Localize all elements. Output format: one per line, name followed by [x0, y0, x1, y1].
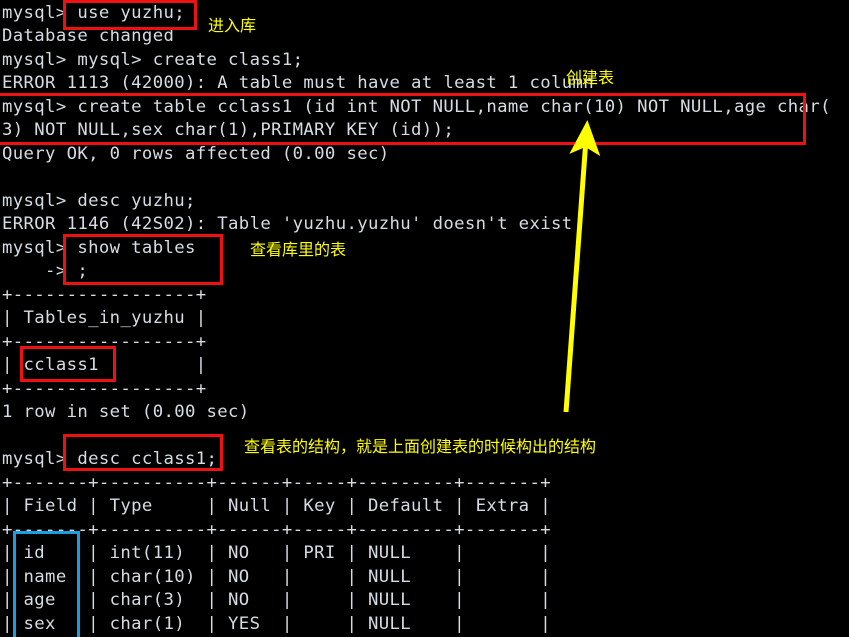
annotation-show-tables: 查看库里的表 [250, 240, 347, 259]
terminal-line: | age | char(3) | NO | | NULL | | [2, 590, 551, 610]
terminal-line: mysql> create table cclass1 (id int NOT … [2, 97, 831, 117]
terminal-line: +-----------------+ [2, 379, 207, 399]
terminal-line: | sex | char(1) | YES | | NULL | | [2, 614, 551, 634]
terminal-line: +-----------------+ [2, 285, 207, 305]
terminal-line: Query OK, 0 rows affected (0.00 sec) [2, 144, 390, 164]
terminal-line: mysql> mysql> create class1; [2, 50, 304, 70]
terminal-line: | name | char(10) | NO | | NULL | | [2, 567, 551, 587]
terminal-line: mysql> show tables [2, 238, 196, 258]
terminal-line: +-----------------+ [2, 332, 207, 352]
annotation-desc-table: 查看表的结构，就是上面创建表的时候构出的结构 [244, 437, 597, 456]
terminal-line: 3) NOT NULL,sex char(1),PRIMARY KEY (id)… [2, 120, 455, 140]
create-table-arrow [563, 120, 601, 413]
terminal-screenshot: mysql> use yuzhu; Database changed mysql… [0, 0, 849, 637]
terminal-line: | Tables_in_yuzhu | [2, 308, 207, 328]
terminal-line: mysql> desc yuzhu; [2, 191, 196, 211]
terminal-line: | cclass1 | [2, 355, 207, 375]
annotation-enter-database: 进入库 [208, 16, 257, 35]
terminal-line: mysql> use yuzhu; [2, 3, 185, 23]
terminal-line: +-------+----------+------+-----+-------… [2, 473, 551, 493]
annotation-create-table: 创建表 [566, 68, 615, 87]
terminal-line: | Field | Type | Null | Key | Default | … [2, 496, 551, 516]
terminal-line: ERROR 1146 (42S02): Table 'yuzhu.yuzhu' … [2, 214, 573, 234]
terminal-line: -> ; [2, 261, 89, 281]
terminal-line: 1 row in set (0.00 sec) [2, 402, 250, 422]
terminal-line: Database changed [2, 26, 175, 46]
terminal-line: | id | int(11) | NO | PRI | NULL | | [2, 543, 551, 563]
terminal-line: mysql> desc cclass1; [2, 449, 218, 469]
terminal-line: +-------+----------+------+-----+-------… [2, 520, 551, 540]
terminal-line: ERROR 1113 (42000): A table must have at… [2, 73, 595, 93]
